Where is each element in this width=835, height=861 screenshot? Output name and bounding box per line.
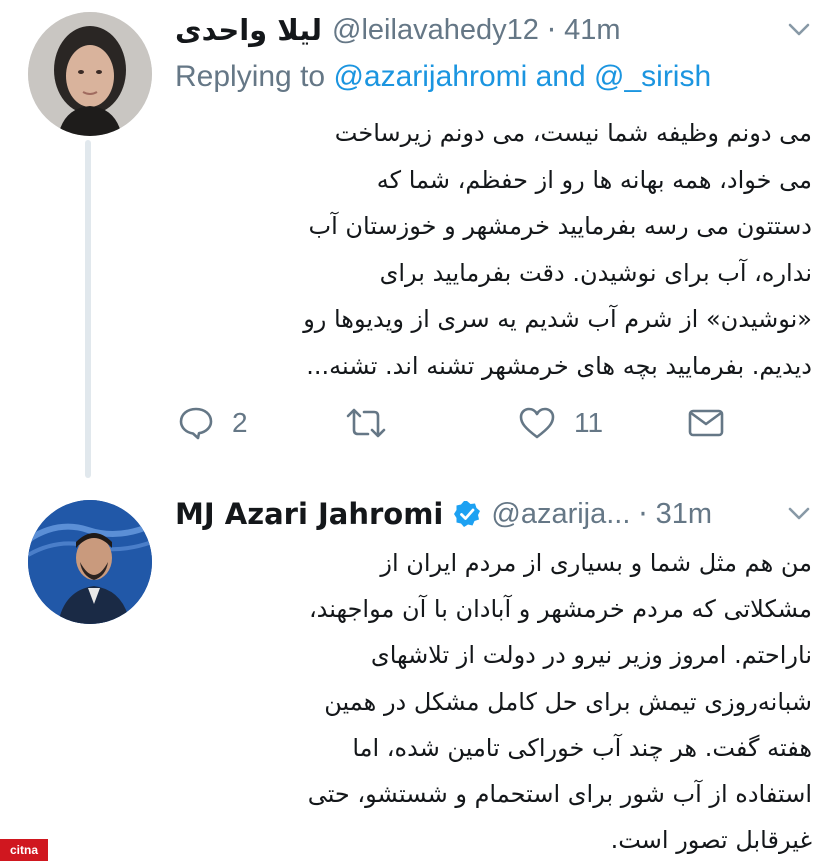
- tweet-text: من هم مثل شما و بسیاری از مردم ایران از …: [176, 540, 812, 861]
- tweet-line: من هم مثل شما و بسیاری از مردم ایران از: [380, 549, 812, 577]
- avatar-photo: [28, 500, 152, 624]
- avatar-photo: [28, 12, 152, 136]
- tweet-line: شبانه‌روزی تیمش برای حل کامل مشکل در همی…: [324, 687, 812, 716]
- envelope-icon: [688, 409, 724, 437]
- verified-badge-icon: [454, 501, 481, 527]
- author-name[interactable]: لیلا واحدی: [175, 13, 322, 47]
- site-watermark: citna: [0, 839, 48, 861]
- mention-link[interactable]: @azarijahromi: [333, 60, 527, 93]
- avatar[interactable]: [28, 500, 152, 624]
- tweet-line: استفاده از آب شور برای استحمام و شستشو، …: [307, 780, 812, 809]
- like-button[interactable]: 11: [518, 398, 603, 448]
- tweet-line: دستتون می رسه بفرمایید خرمشهر و خوزستان …: [308, 212, 813, 240]
- separator-dot: ·: [546, 13, 557, 47]
- retweet-button[interactable]: [344, 398, 406, 448]
- tweet-line: غیرقابل تصور است.: [610, 826, 812, 855]
- author-handle[interactable]: @azarija...: [491, 498, 630, 531]
- tweet-line: هفته گفت. هر چند آب خوراکی تامین شده، ام…: [352, 733, 812, 762]
- reply-icon: [179, 407, 213, 440]
- separator-dot: ·: [638, 497, 648, 531]
- tweet-timestamp[interactable]: 41m: [564, 14, 620, 47]
- tweet-line: مشکلاتی که مردم خرمشهر و آبادان با آن مو…: [308, 595, 812, 624]
- replying-and: and: [527, 60, 595, 93]
- mention-link[interactable]: @_sirish: [594, 60, 711, 93]
- avatar[interactable]: [28, 12, 152, 136]
- reply-button[interactable]: 2: [178, 398, 248, 448]
- tweet-actions: 2 11: [178, 398, 738, 448]
- like-count: 11: [574, 407, 604, 438]
- tweet-line: ناراحتم. امروز وزیر نیرو در دولت از تلاش…: [370, 641, 812, 670]
- tweet-line: دیدیم. بفرمایید بچه های خرمشهر تشنه اند.…: [306, 351, 812, 380]
- tweet-text: می دونم وظیفه شما نیست، می دونم زیرساخت …: [176, 110, 812, 389]
- thread-connector-line: [85, 140, 91, 478]
- reply-count: 2: [232, 407, 248, 438]
- tweet-header: لیلا واحدی @leilavahedy12 · 41m: [175, 8, 811, 52]
- tweet-line: می خواد، همه بهانه ها رو از حفظم، شما که: [376, 165, 812, 194]
- direct-message-button[interactable]: [688, 398, 724, 448]
- author-handle[interactable]: @leilavahedy12: [332, 14, 539, 47]
- replying-prefix: Replying to: [175, 60, 334, 93]
- chevron-down-icon[interactable]: [787, 502, 811, 526]
- tweet-line: نداره، آب برای نوشیدن. دقت بفرمایید برای: [379, 258, 812, 287]
- tweet-timestamp[interactable]: 31m: [656, 498, 712, 531]
- tweet-header: MJ Azari Jahromi @azarija... · 31m: [175, 492, 811, 536]
- heart-icon: [519, 407, 555, 439]
- tweet-line: می دونم وظیفه شما نیست، می دونم زیرساخت: [334, 119, 812, 147]
- tweet-line: «نوشیدن» از شرم آب شدیم یه سری از ویدیوه…: [303, 305, 812, 333]
- replying-to: Replying to @azarijahromi and @_sirish: [175, 60, 711, 94]
- chevron-down-icon[interactable]: [787, 18, 811, 42]
- author-name[interactable]: MJ Azari Jahromi: [175, 497, 443, 531]
- retweet-icon: [346, 408, 386, 438]
